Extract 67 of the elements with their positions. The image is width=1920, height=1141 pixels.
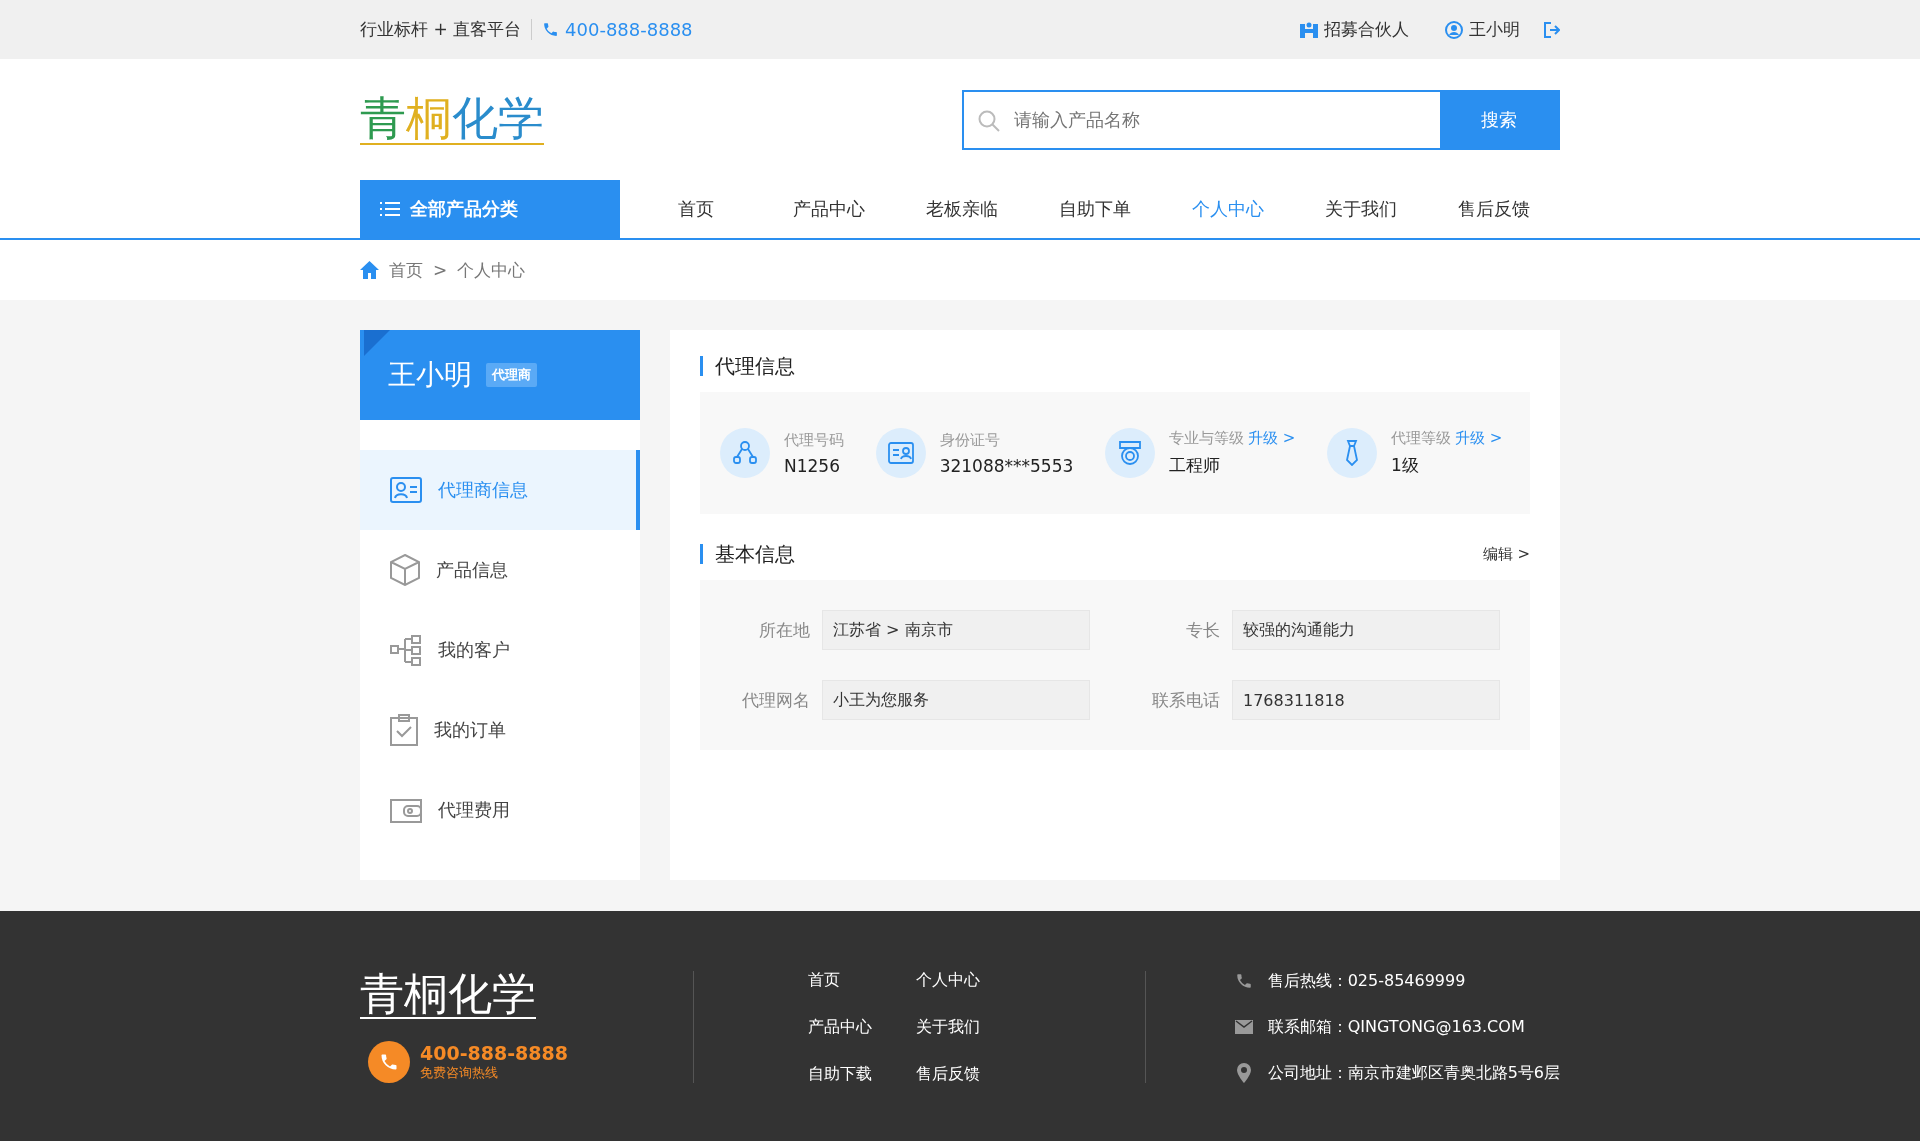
logout-icon[interactable]	[1544, 21, 1560, 38]
partner-link[interactable]: 招募合伙人	[1300, 18, 1409, 41]
footer-link[interactable]: 首页	[808, 969, 916, 991]
home-icon[interactable]	[360, 261, 379, 279]
info-label: 代理号码	[784, 430, 844, 450]
medal-icon	[1117, 440, 1143, 466]
field-label: 专长	[1185, 618, 1220, 642]
nav-tab[interactable]: 产品中心	[762, 197, 896, 221]
tie-icon	[1344, 440, 1360, 466]
corner-ribbon	[364, 330, 390, 356]
edit-link[interactable]: 编辑 >	[1482, 544, 1530, 564]
cube-icon	[390, 554, 420, 586]
user-icon	[1445, 20, 1463, 39]
info-label: 专业与等级 升级 >	[1169, 429, 1296, 448]
input-field[interactable]: 小王为您服务	[822, 680, 1090, 720]
user-name: 王小明	[388, 357, 472, 393]
slogan: 行业标杆 + 直客平台	[360, 18, 522, 41]
info-value: 1级	[1391, 454, 1420, 477]
footer-link[interactable]: 关于我们	[916, 1016, 1016, 1038]
info-value: 工程师	[1169, 454, 1221, 477]
nav-tab[interactable]: 自助下单	[1028, 197, 1162, 221]
footer-link[interactable]: 自助下载	[808, 1063, 916, 1085]
info-value: 321088***5553	[939, 455, 1074, 476]
phone-badge-icon	[368, 1041, 410, 1084]
breadcrumb-link[interactable]: 个人中心	[457, 258, 526, 282]
footer-logo[interactable]: 青桐化学	[360, 970, 536, 1020]
user-link[interactable]: 王小明	[1445, 18, 1520, 41]
info-label: 代理等级 升级 >	[1391, 429, 1503, 448]
phone-icon	[542, 21, 560, 38]
logo[interactable]: 青桐化学	[360, 94, 544, 145]
breadcrumb-separator: >	[433, 260, 448, 280]
footer-link[interactable]: 售后反馈	[916, 1063, 1016, 1085]
nav-tab[interactable]: 关于我们	[1294, 197, 1428, 221]
contact-text: 公司地址：南京市建邺区青奥北路5号6层	[1267, 1062, 1560, 1084]
footer-link[interactable]: 个人中心	[916, 969, 1016, 991]
wallet-icon	[390, 797, 422, 823]
field-label: 代理网名	[741, 688, 810, 712]
contact-text: 联系邮箱：QINGTONG@163.COM	[1267, 1016, 1525, 1038]
phone-icon	[1234, 972, 1253, 990]
mail-icon	[1234, 1020, 1253, 1034]
id-card-icon	[887, 442, 914, 464]
network-icon	[732, 441, 758, 465]
phone-number: 400-888-8888	[565, 19, 693, 40]
section-title: 基本信息	[700, 544, 795, 564]
contact-text: 售后热线：025-85469999	[1267, 970, 1466, 992]
nav-tab[interactable]: 老板亲临	[895, 197, 1029, 221]
clipboard-check-icon	[390, 714, 418, 746]
input-field[interactable]: 1768311818	[1232, 680, 1500, 720]
hierarchy-icon	[390, 634, 422, 666]
field-label: 联系电话	[1151, 688, 1220, 712]
nav-tab[interactable]: 首页	[630, 197, 763, 221]
nav-tab[interactable]: 售后反馈	[1427, 197, 1560, 221]
input-field[interactable]: 较强的沟通能力	[1232, 610, 1500, 650]
people-icon	[1300, 21, 1318, 38]
hotline-note: 免费咨询热线	[420, 1064, 499, 1083]
footer-link[interactable]: 产品中心	[808, 1016, 916, 1038]
info-value: N1256	[784, 455, 841, 476]
id-card-icon	[390, 477, 422, 503]
location-pin-icon	[1236, 1063, 1251, 1083]
role-badge: 代理商	[486, 363, 537, 387]
section-title: 代理信息	[700, 356, 795, 376]
info-label: 身份证号	[939, 430, 1001, 450]
field-label: 所在地	[758, 618, 810, 642]
input-field[interactable]: 江苏省 > 南京市	[822, 610, 1090, 650]
menu-icon	[380, 201, 400, 217]
breadcrumb-link[interactable]: 首页	[389, 258, 423, 282]
footer-hotline: 400-888-8888	[420, 1042, 568, 1065]
